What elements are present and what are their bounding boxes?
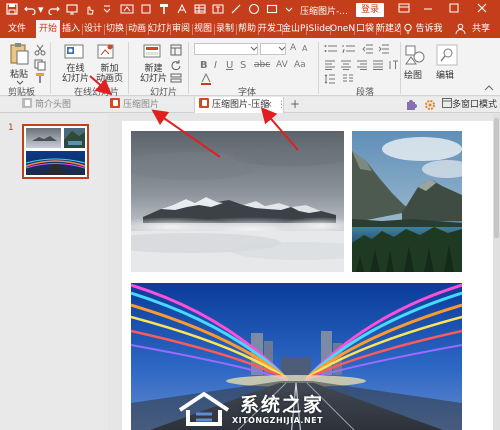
annotation-arrows bbox=[89, 75, 299, 158]
watermark-house-icon bbox=[178, 392, 230, 426]
watermark-logo: 系统之家 XITONGZHIJIA.NET bbox=[170, 388, 360, 430]
arrow-to-compressed-tab bbox=[260, 106, 299, 151]
arrow-to-compress-tab bbox=[151, 109, 221, 158]
arrow-to-add-animation-page bbox=[89, 75, 113, 96]
watermark-url: XITONGZHIJIA.NET bbox=[232, 416, 324, 425]
watermark-text: 系统之家 bbox=[240, 394, 325, 416]
